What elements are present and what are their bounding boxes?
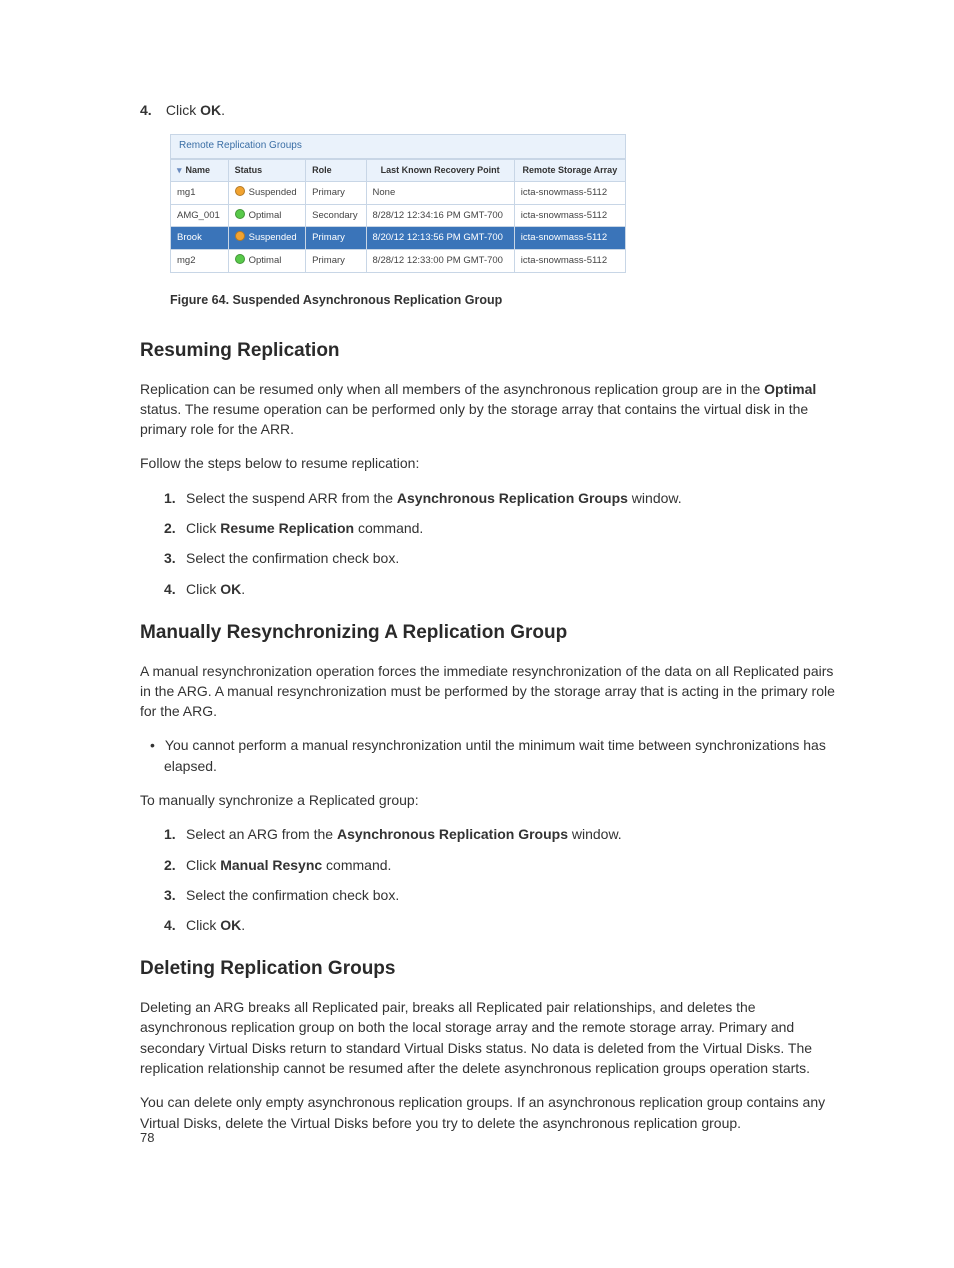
cell-name: AMG_001 — [171, 204, 229, 227]
resync-step-1: 1.Select an ARG from the Asynchronous Re… — [164, 824, 844, 844]
cell-remote: icta-snowmass-5112 — [514, 227, 625, 250]
step-4-click-ok: 4. Click OK. — [140, 100, 844, 120]
resync-p1: A manual resynchronization operation for… — [140, 661, 844, 722]
cell-recovery: 8/28/12 12:33:00 PM GMT-700 — [366, 250, 514, 273]
status-icon — [235, 254, 245, 264]
page-number: 78 — [140, 1129, 154, 1148]
cell-status: Optimal — [228, 250, 306, 273]
step-4-post: . — [221, 102, 225, 118]
resuming-p1: Replication can be resumed only when all… — [140, 379, 844, 440]
table-row[interactable]: mg1SuspendedPrimaryNoneicta-snowmass-511… — [171, 181, 626, 204]
cell-status: Suspended — [228, 227, 306, 250]
cell-name: Brook — [171, 227, 229, 250]
cell-remote: icta-snowmass-5112 — [514, 181, 625, 204]
cell-role: Secondary — [306, 204, 366, 227]
resync-step-3: 3.Select the confirmation check box. — [164, 885, 844, 905]
resync-p2: To manually synchronize a Replicated gro… — [140, 790, 844, 810]
col-status[interactable]: Status — [228, 159, 306, 181]
replication-groups-table: ▾Name Status Role Last Known Recovery Po… — [170, 159, 626, 273]
resuming-step-3: 3.Select the confirmation check box. — [164, 548, 844, 568]
figure-64: Remote Replication Groups ▾Name Status R… — [170, 134, 844, 273]
panel-title: Remote Replication Groups — [170, 134, 626, 159]
col-name[interactable]: ▾Name — [171, 159, 229, 181]
resync-bullets: You cannot perform a manual resynchroniz… — [140, 735, 844, 776]
status-icon — [235, 209, 245, 219]
cell-name: mg2 — [171, 250, 229, 273]
cell-status: Suspended — [228, 181, 306, 204]
resuming-steps: 1.Select the suspend ARR from the Asynch… — [140, 488, 844, 599]
cell-remote: icta-snowmass-5112 — [514, 250, 625, 273]
resync-step-2: 2.Click Manual Resync command. — [164, 855, 844, 875]
step-4-bold: OK — [200, 102, 221, 118]
resuming-p2: Follow the steps below to resume replica… — [140, 453, 844, 473]
table-header-row: ▾Name Status Role Last Known Recovery Po… — [171, 159, 626, 181]
cell-role: Primary — [306, 181, 366, 204]
deleting-p2: You can delete only empty asynchronous r… — [140, 1092, 844, 1133]
resync-step-4: 4.Click OK. — [164, 915, 844, 935]
resuming-step-2: 2.Click Resume Replication command. — [164, 518, 844, 538]
sort-icon: ▾ — [177, 165, 182, 175]
heading-resuming: Resuming Replication — [140, 337, 844, 365]
table-row[interactable]: mg2OptimalPrimary8/28/12 12:33:00 PM GMT… — [171, 250, 626, 273]
table-row[interactable]: AMG_001OptimalSecondary8/28/12 12:34:16 … — [171, 204, 626, 227]
status-icon — [235, 231, 245, 241]
step-4-pre: Click — [166, 102, 200, 118]
cell-recovery: 8/28/12 12:34:16 PM GMT-700 — [366, 204, 514, 227]
cell-role: Primary — [306, 250, 366, 273]
resync-bullet-1: You cannot perform a manual resynchroniz… — [140, 735, 844, 776]
resuming-step-1: 1.Select the suspend ARR from the Asynch… — [164, 488, 844, 508]
cell-recovery: 8/20/12 12:13:56 PM GMT-700 — [366, 227, 514, 250]
col-recovery[interactable]: Last Known Recovery Point — [366, 159, 514, 181]
figure-caption: Figure 64. Suspended Asynchronous Replic… — [170, 291, 844, 309]
heading-resync: Manually Resynchronizing A Replication G… — [140, 619, 844, 647]
cell-recovery: None — [366, 181, 514, 204]
cell-remote: icta-snowmass-5112 — [514, 204, 625, 227]
resuming-step-4: 4.Click OK. — [164, 579, 844, 599]
resync-steps: 1.Select an ARG from the Asynchronous Re… — [140, 824, 844, 935]
heading-deleting: Deleting Replication Groups — [140, 955, 844, 983]
col-remote[interactable]: Remote Storage Array — [514, 159, 625, 181]
table-row[interactable]: BrookSuspendedPrimary8/20/12 12:13:56 PM… — [171, 227, 626, 250]
deleting-p1: Deleting an ARG breaks all Replicated pa… — [140, 997, 844, 1078]
cell-status: Optimal — [228, 204, 306, 227]
cell-name: mg1 — [171, 181, 229, 204]
cell-role: Primary — [306, 227, 366, 250]
status-icon — [235, 186, 245, 196]
col-role[interactable]: Role — [306, 159, 366, 181]
